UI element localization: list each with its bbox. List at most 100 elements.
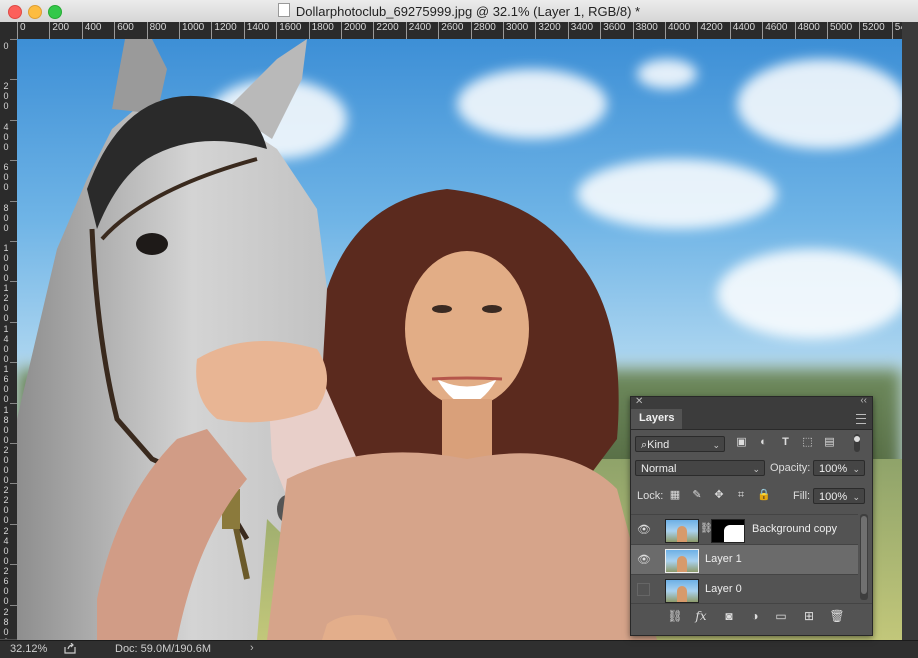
panel-menu-icon[interactable] xyxy=(856,414,866,424)
cloud xyxy=(637,59,697,89)
filter-kind-label: Kind xyxy=(647,439,670,451)
ruler-tick-label: 1 8 0 0 xyxy=(3,404,9,445)
filter-adjustment-icon[interactable]: ◐ xyxy=(757,436,770,449)
new-layer-icon[interactable]: ⊞ xyxy=(801,609,817,623)
blend-mode-select[interactable]: Normal ⌄ xyxy=(635,460,765,476)
chevron-down-icon: ⌄ xyxy=(752,464,760,474)
layer-mask-thumbnail[interactable] xyxy=(711,519,745,543)
ruler-tick-label: 200 xyxy=(49,22,81,39)
woman-image xyxy=(97,189,657,640)
ruler-tick-label: 5000 xyxy=(827,22,859,39)
layer-thumbnail[interactable] xyxy=(665,579,699,603)
lock-transparent-pixels-icon[interactable]: ▦ xyxy=(669,489,681,501)
layer-thumbnail[interactable] xyxy=(665,549,699,573)
ruler-tick-label: 6 0 0 xyxy=(3,162,9,193)
scrollbar-thumb[interactable] xyxy=(861,516,867,594)
link-layers-icon[interactable]: ⛓ xyxy=(667,609,683,623)
layers-panel-footer: ⛓ fx ◙ ◑ ▭ ⊞ 🗑 xyxy=(631,603,872,628)
layer-row-background-copy[interactable]: 👁 ⛓ Background copy xyxy=(631,514,858,545)
layers-panel: ✕ ‹‹ Layers ⌕Kind ⌄ ▣ ◐ T ⬚ ▤ Normal ⌄ O… xyxy=(630,395,873,636)
ruler-tick-label: 2200 xyxy=(373,22,405,39)
cloud xyxy=(717,249,902,339)
ruler-tick-label: 4 0 0 xyxy=(3,121,9,152)
lock-image-pixels-icon[interactable]: ✎ xyxy=(691,489,703,501)
status-bar: 32.12% Doc: 59.0M/190.6M › xyxy=(0,640,918,658)
add-mask-icon[interactable]: ◙ xyxy=(721,609,737,623)
ruler-tick-mark xyxy=(10,443,17,444)
ruler-tick-label: 2400 xyxy=(405,22,438,39)
filter-pixel-image-icon[interactable]: ▣ xyxy=(735,436,748,449)
ruler-tick-label: 4000 xyxy=(665,22,697,39)
share-icon[interactable] xyxy=(64,643,76,654)
filter-toggle-icon[interactable] xyxy=(853,434,861,452)
ruler-tick-mark xyxy=(10,564,17,566)
delete-layer-trash-icon[interactable]: 🗑 xyxy=(829,609,845,623)
lock-position-icon[interactable]: ✥ xyxy=(713,489,725,501)
ruler-tick-label: 5200 xyxy=(859,22,891,39)
lock-all-icon[interactable]: 🔒 xyxy=(757,489,771,501)
panel-collapse-icon[interactable]: ‹‹ xyxy=(860,395,867,406)
chevron-down-icon: ⌄ xyxy=(852,492,860,502)
layer-filter-row: ⌕Kind ⌄ ▣ ◐ T ⬚ ▤ xyxy=(631,430,872,456)
ruler-tick-label: 1200 xyxy=(211,22,243,39)
layer-name[interactable]: Background copy xyxy=(752,523,837,535)
ruler-tick-label: 8 0 0 xyxy=(3,202,9,233)
ruler-tick-label: 1 6 0 0 xyxy=(3,364,9,405)
layer-name[interactable]: Layer 1 xyxy=(705,553,742,565)
vertical-ruler[interactable]: 0 2 0 0 4 0 0 6 0 0 8 0 0 1 0 0 01 2 0 01 4 0… xyxy=(0,39,18,639)
layer-thumbnail[interactable] xyxy=(665,519,699,543)
zoom-level[interactable]: 32.12% xyxy=(10,643,47,655)
cloud xyxy=(457,69,607,139)
blend-mode-label: Normal xyxy=(641,463,677,475)
tab-layers[interactable]: Layers xyxy=(631,409,683,429)
layer-effects-icon[interactable]: fx xyxy=(693,609,709,623)
status-menu-arrow-icon[interactable]: › xyxy=(250,642,254,654)
ruler-tick-label: 2 4 0 0 xyxy=(3,525,9,566)
layer-row-layer-0[interactable]: Layer 0 xyxy=(631,574,858,605)
ruler-tick-label: 3200 xyxy=(535,22,567,39)
visibility-toggle-hidden[interactable] xyxy=(637,583,650,596)
filter-type-icon[interactable]: T xyxy=(779,436,792,449)
lock-artboard-icon[interactable]: ⌗ xyxy=(735,489,747,501)
opacity-label: Opacity: xyxy=(770,462,811,474)
ruler-tick-label: 3600 xyxy=(600,22,632,39)
layer-row-layer-1[interactable]: 👁 Layer 1 xyxy=(631,544,858,575)
chevron-down-icon: ⌄ xyxy=(712,440,720,450)
ruler-tick-label: 2 2 0 0 xyxy=(3,485,9,526)
canvas-right-edge xyxy=(902,22,918,640)
cloud xyxy=(737,59,902,149)
lock-fill-row: Lock: ▦ ✎ ✥ ⌗ 🔒 Fill: 100% ⌄ xyxy=(631,482,872,508)
panel-header[interactable]: ✕ ‹‹ xyxy=(631,395,872,409)
window-titlebar: Dollarphotoclub_69275999.jpg @ 32.1% (La… xyxy=(0,0,918,23)
ruler-tick-label: 1000 xyxy=(179,22,211,39)
ruler-tick-label: 800 xyxy=(146,22,179,39)
ruler-tick-label: 1400 xyxy=(243,22,276,39)
ruler-tick-mark xyxy=(10,79,17,81)
layer-name[interactable]: Layer 0 xyxy=(705,583,742,595)
ruler-tick-label: 2 0 0 0 xyxy=(3,445,9,485)
visibility-eye-icon[interactable]: 👁 xyxy=(637,553,651,567)
ruler-tick-label: 2 6 0 0 xyxy=(3,566,9,607)
ruler-tick-mark xyxy=(10,160,17,162)
ruler-tick-label: 2 8 0 0 xyxy=(3,606,9,639)
mask-link-icon[interactable]: ⛓ xyxy=(700,523,713,537)
new-group-folder-icon[interactable]: ▭ xyxy=(773,609,789,623)
panel-tabs: Layers xyxy=(631,409,872,430)
ruler-tick-mark xyxy=(10,39,17,40)
ruler-tick-label: 0 xyxy=(17,22,49,39)
layers-list: 👁 ⛓ Background copy 👁 Layer 1 Layer 0 xyxy=(631,514,858,604)
fill-field[interactable]: 100% ⌄ xyxy=(813,488,865,504)
visibility-eye-icon[interactable]: 👁 xyxy=(637,523,651,537)
ruler-tick-label: 4200 xyxy=(697,22,729,39)
filter-shape-icon[interactable]: ⬚ xyxy=(801,436,814,449)
new-adjustment-layer-icon[interactable]: ◑ xyxy=(747,609,763,623)
opacity-field[interactable]: 100% ⌄ xyxy=(813,460,865,476)
opacity-value: 100% xyxy=(819,463,848,475)
panel-close-icon[interactable]: ✕ xyxy=(635,396,643,407)
filter-kind-select[interactable]: ⌕Kind ⌄ xyxy=(635,436,725,452)
horizontal-ruler[interactable]: 0 200 400 600 800 1000 1200 1400 1600 1800 2000 220… xyxy=(17,22,902,40)
filter-smart-object-icon[interactable]: ▤ xyxy=(823,436,836,449)
layers-scrollbar[interactable] xyxy=(860,514,868,600)
ruler-tick-mark xyxy=(10,362,17,364)
ruler-origin[interactable] xyxy=(0,22,18,40)
